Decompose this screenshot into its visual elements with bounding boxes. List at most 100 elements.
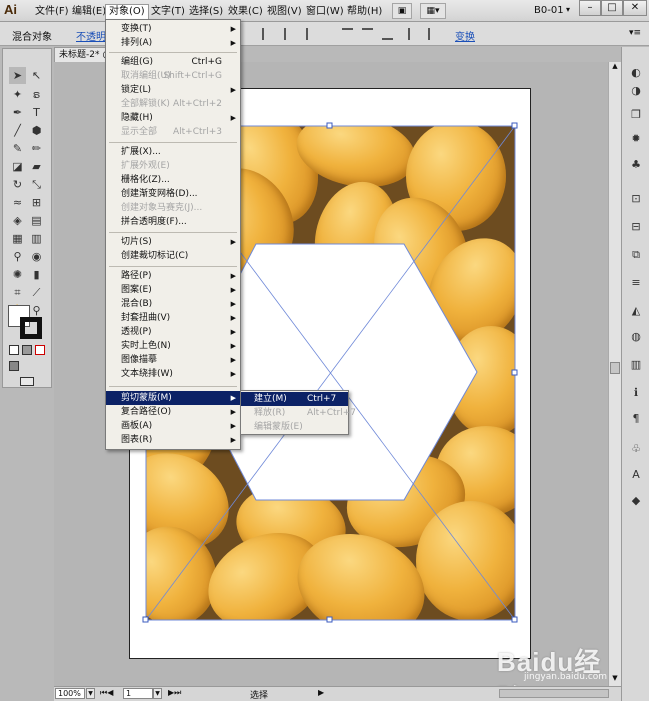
color-panel-icon[interactable]: ◐	[628, 65, 644, 81]
symbol-sprayer-icon[interactable]: ✺	[9, 266, 26, 283]
eyedropper-icon[interactable]: ⚲	[9, 248, 26, 265]
selection-tool-icon[interactable]: ➤	[9, 67, 26, 84]
align-vcenter-icon[interactable]	[362, 28, 373, 40]
blend-tool-icon[interactable]: ◉	[28, 248, 45, 265]
menu-item-expand[interactable]: 扩展(X)...	[106, 145, 240, 159]
menu-type[interactable]: 文字(T)	[148, 4, 188, 20]
menu-item-compound-path[interactable]: 复合路径(O) ▶	[106, 405, 240, 419]
menu-item-clipping-mask[interactable]: 剪切蒙版(M) ▶	[106, 391, 240, 405]
align-right-icon[interactable]	[306, 28, 317, 40]
swatches-panel-icon[interactable]: ❐	[628, 107, 644, 123]
menu-item-artboards[interactable]: 画板(A) ▶	[106, 419, 240, 433]
zoom-level-field[interactable]: 100%	[55, 688, 85, 699]
menu-object[interactable]: 对象(O)	[105, 4, 149, 20]
paintbrush-icon[interactable]: ✎	[9, 140, 26, 157]
zoom-dropdown-icon[interactable]: ▼	[86, 688, 95, 699]
menu-select[interactable]: 选择(S)	[186, 4, 226, 20]
document-tab[interactable]: 未标题-2* @	[54, 47, 110, 62]
color-mode-icon[interactable]	[9, 345, 19, 355]
distribute-vertical-icon[interactable]	[428, 28, 439, 40]
shape-builder-icon[interactable]: ◈	[9, 212, 26, 229]
menu-item-flatten-transparency[interactable]: 拼合透明度(F)...	[106, 215, 240, 229]
draw-mode-icon[interactable]	[9, 361, 19, 371]
character-panel-icon[interactable]: A	[628, 467, 644, 483]
menu-item-graph[interactable]: 图表(R) ▶	[106, 433, 240, 447]
stroke-swatch[interactable]	[20, 317, 42, 339]
blob-brush-icon[interactable]: ◪	[9, 158, 26, 175]
distribute-horizontal-icon[interactable]	[408, 28, 419, 40]
transparency-panel-icon[interactable]: ◍	[628, 329, 644, 345]
none-mode-icon[interactable]	[35, 345, 45, 355]
direct-selection-icon[interactable]: ↖	[28, 67, 45, 84]
brushes-panel-icon[interactable]: ✹	[628, 131, 644, 147]
menu-file[interactable]: 文件(F)	[32, 4, 72, 20]
maximize-button[interactable]: □	[601, 0, 623, 16]
align-left-icon[interactable]	[262, 28, 273, 40]
type-tool-icon[interactable]: T	[28, 104, 45, 121]
gradient-panel-icon[interactable]: ◭	[628, 303, 644, 319]
appearance-panel-icon[interactable]: ▥	[628, 357, 644, 373]
menu-item-transform[interactable]: 变换(T) ▶	[106, 22, 240, 36]
menu-item-lock[interactable]: 锁定(L) ▶	[106, 83, 240, 97]
scroll-up-icon[interactable]: ▲	[610, 62, 620, 72]
status-menu-icon[interactable]: ▶	[318, 688, 324, 697]
menu-item-blend[interactable]: 混合(B) ▶	[106, 297, 240, 311]
menu-item-envelope-distort[interactable]: 封套扭曲(V) ▶	[106, 311, 240, 325]
submenu-item-make[interactable]: 建立(M) Ctrl+7	[241, 392, 348, 406]
transform-panel-icon[interactable]: ⊡	[628, 191, 644, 207]
stroke-panel-icon[interactable]: ≡	[628, 275, 644, 291]
layers-panel-icon[interactable]: ◆	[628, 493, 644, 509]
gradient-tool-icon[interactable]: ▥	[28, 230, 45, 247]
mesh-tool-icon[interactable]: ▦	[9, 230, 26, 247]
menu-item-text-wrap[interactable]: 文本绕排(W) ▶	[106, 367, 240, 381]
menu-item-arrange[interactable]: 排列(A) ▶	[106, 36, 240, 50]
pencil-icon[interactable]: ✏	[28, 140, 45, 157]
artboard-tool-icon[interactable]: ⌗	[9, 284, 26, 301]
gradient-mode-icon[interactable]	[22, 345, 32, 355]
align-panel-icon[interactable]: ⊟	[628, 219, 644, 235]
slice-tool-icon[interactable]: ⟋	[28, 284, 45, 301]
pathfinder-panel-icon[interactable]: ⧉	[628, 247, 644, 263]
pen-tool-icon[interactable]: ✒	[9, 104, 26, 121]
rotate-tool-icon[interactable]: ↻	[9, 176, 26, 193]
color-guide-icon[interactable]: ◑	[628, 83, 644, 99]
artboard-number-field[interactable]: 1	[123, 688, 153, 699]
align-bottom-icon[interactable]	[382, 28, 393, 40]
vertical-scrollbar[interactable]: ▲ ▼	[608, 62, 621, 686]
workspace-switcher[interactable]: B0-01	[534, 5, 564, 16]
menu-item-rasterize[interactable]: 栅格化(Z)...	[106, 173, 240, 187]
first-artboard-icon[interactable]: ⏮◀	[100, 688, 113, 698]
menu-item-live-paint[interactable]: 实时上色(N) ▶	[106, 339, 240, 353]
menu-item-image-trace[interactable]: 图像描摹 ▶	[106, 353, 240, 367]
menu-edit[interactable]: 编辑(E)	[69, 4, 109, 20]
panel-menu-icon[interactable]: ▾≡	[629, 28, 641, 38]
artboard-dropdown-icon[interactable]: ▼	[153, 688, 162, 699]
graph-tool-icon[interactable]: ▮	[28, 266, 45, 283]
transform-link[interactable]: 变换	[455, 28, 475, 43]
perspective-grid-icon[interactable]: ▤	[28, 212, 45, 229]
menu-item-group[interactable]: 编组(G) Ctrl+G	[106, 55, 240, 69]
symbols-library-icon[interactable]: ♧	[628, 441, 644, 457]
menu-effect[interactable]: 效果(C)	[225, 4, 266, 20]
warp-tool-icon[interactable]: ≈	[9, 194, 26, 211]
line-tool-icon[interactable]: ╱	[9, 122, 26, 139]
menu-item-path[interactable]: 路径(P) ▶	[106, 269, 240, 283]
chevron-down-icon[interactable]: ▾	[566, 5, 570, 14]
menu-window[interactable]: 窗口(W)	[303, 4, 347, 20]
horizontal-scrollbar[interactable]	[499, 689, 609, 698]
align-top-icon[interactable]	[342, 28, 353, 40]
scroll-thumb[interactable]	[610, 362, 620, 374]
eraser-icon[interactable]: ▰	[28, 158, 45, 175]
menu-item-slice[interactable]: 切片(S) ▶	[106, 235, 240, 249]
bridge-icon[interactable]: ▣	[392, 3, 412, 19]
close-button[interactable]: ✕	[623, 0, 647, 16]
arrange-documents-icon[interactable]: ▦▾	[420, 3, 446, 19]
menu-item-pattern[interactable]: 图案(E) ▶	[106, 283, 240, 297]
minimize-button[interactable]: –	[579, 0, 601, 16]
menu-item-trim-marks[interactable]: 创建裁切标记(C)	[106, 249, 240, 263]
scale-tool-icon[interactable]: ⤡	[28, 176, 45, 193]
next-artboard-icon[interactable]: ▶⏭	[168, 688, 181, 698]
polygon-tool-icon[interactable]: ⬢	[28, 122, 45, 139]
symbols-panel-icon[interactable]: ♣	[628, 157, 644, 173]
graphic-styles-icon[interactable]: ℹ	[628, 385, 644, 401]
